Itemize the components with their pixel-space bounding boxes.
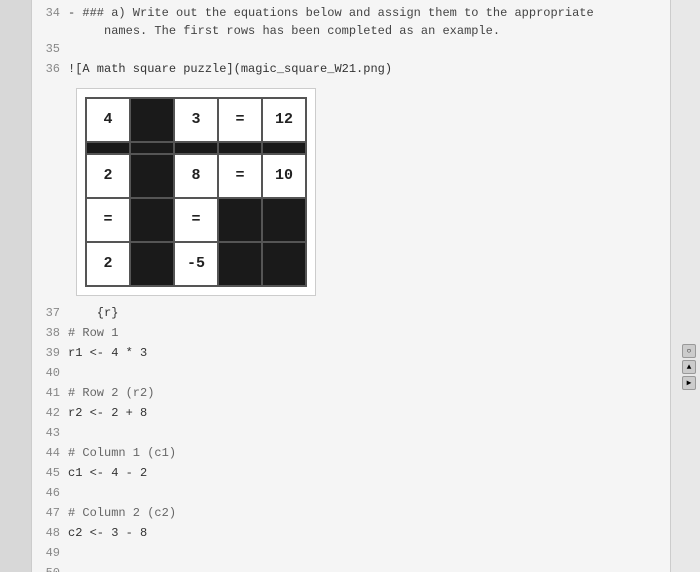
line-content-40 bbox=[68, 364, 662, 382]
line-content-36: ![A math square puzzle](magic_square_W21… bbox=[68, 60, 662, 78]
puzzle-cell-2: 3 bbox=[174, 98, 218, 142]
line-42: 42 r2 <- 2 + 8 bbox=[40, 404, 662, 424]
puzzle-cell-6 bbox=[130, 142, 174, 154]
line-content-45: c1 <- 4 - 2 bbox=[68, 464, 662, 482]
puzzle-cell-9 bbox=[262, 142, 306, 154]
line-num-44: 44 bbox=[40, 444, 68, 462]
line-content-46 bbox=[68, 484, 662, 502]
line-content-49 bbox=[68, 544, 662, 562]
line-46: 46 bbox=[40, 484, 662, 504]
code-block: 34 - ### a) Write out the equations belo… bbox=[32, 0, 670, 572]
line-num-50: 50 bbox=[40, 564, 68, 572]
line-num-36: 36 bbox=[40, 60, 68, 78]
puzzle-cell-22: -5 bbox=[174, 242, 218, 286]
line-content-48: c2 <- 3 - 8 bbox=[68, 524, 662, 542]
line-num-45: 45 bbox=[40, 464, 68, 482]
line-50: 50 ... bbox=[40, 564, 662, 572]
circle-icon[interactable]: ○ bbox=[682, 344, 696, 358]
line-34: 34 - ### a) Write out the equations belo… bbox=[40, 4, 662, 40]
puzzle-cell-4: 12 bbox=[262, 98, 306, 142]
line-content-37: {r} bbox=[68, 304, 662, 322]
line-num-49: 49 bbox=[40, 544, 68, 562]
puzzle-cell-14: 10 bbox=[262, 154, 306, 198]
line-content-43 bbox=[68, 424, 662, 442]
puzzle-cell-20: 2 bbox=[86, 242, 130, 286]
line-content-42: r2 <- 2 + 8 bbox=[68, 404, 662, 422]
line-content-38: # Row 1 bbox=[68, 324, 662, 342]
line-49: 49 bbox=[40, 544, 662, 564]
puzzle-container: 43=1228=10==2-5 bbox=[76, 88, 316, 296]
line-num-38: 38 bbox=[40, 324, 68, 342]
content-area: 34 - ### a) Write out the equations belo… bbox=[32, 0, 670, 572]
line-45: 45 c1 <- 4 - 2 bbox=[40, 464, 662, 484]
puzzle-cell-15: = bbox=[86, 198, 130, 242]
puzzle-cell-13: = bbox=[218, 154, 262, 198]
puzzle-cell-23 bbox=[218, 242, 262, 286]
line-num-41: 41 bbox=[40, 384, 68, 402]
line-num-39: 39 bbox=[40, 344, 68, 362]
line-num-48: 48 bbox=[40, 524, 68, 542]
puzzle-grid: 43=1228=10==2-5 bbox=[85, 97, 307, 287]
line-content-47: # Column 2 (c2) bbox=[68, 504, 662, 522]
line-39: 39 r1 <- 4 * 3 bbox=[40, 344, 662, 364]
puzzle-cell-21 bbox=[130, 242, 174, 286]
line-content-39: r1 <- 4 * 3 bbox=[68, 344, 662, 362]
puzzle-cell-8 bbox=[218, 142, 262, 154]
line-48: 48 c2 <- 3 - 8 bbox=[40, 524, 662, 544]
left-gutter bbox=[0, 0, 32, 572]
line-40: 40 bbox=[40, 364, 662, 384]
line-36: 36 ![A math square puzzle](magic_square_… bbox=[40, 60, 662, 80]
puzzle-cell-17: = bbox=[174, 198, 218, 242]
puzzle-cell-16 bbox=[130, 198, 174, 242]
puzzle-cell-3: = bbox=[218, 98, 262, 142]
puzzle-cell-11 bbox=[130, 154, 174, 198]
line-num-37: 37 bbox=[40, 304, 68, 322]
scroll-up-button[interactable]: ▲ bbox=[682, 360, 696, 374]
puzzle-cell-19 bbox=[262, 198, 306, 242]
line-content-35 bbox=[68, 40, 662, 58]
line-num-35: 35 bbox=[40, 40, 68, 58]
line-content-41: # Row 2 (r2) bbox=[68, 384, 662, 402]
line-44: 44 # Column 1 (c1) bbox=[40, 444, 662, 464]
line-43: 43 bbox=[40, 424, 662, 444]
line-35: 35 bbox=[40, 40, 662, 60]
puzzle-cell-24 bbox=[262, 242, 306, 286]
line-num-46: 46 bbox=[40, 484, 68, 502]
puzzle-cell-0: 4 bbox=[86, 98, 130, 142]
line-41: 41 # Row 2 (r2) bbox=[40, 384, 662, 404]
puzzle-cell-5 bbox=[86, 142, 130, 154]
scroll-controls: ○ ▲ ▶ bbox=[682, 344, 696, 390]
puzzle-cell-10: 2 bbox=[86, 154, 130, 198]
line-num-42: 42 bbox=[40, 404, 68, 422]
line-num-40: 40 bbox=[40, 364, 68, 382]
line-num-47: 47 bbox=[40, 504, 68, 522]
puzzle-cell-1 bbox=[130, 98, 174, 142]
line-content-44: # Column 1 (c1) bbox=[68, 444, 662, 462]
right-panel: ○ ▲ ▶ bbox=[670, 0, 700, 572]
puzzle-cell-12: 8 bbox=[174, 154, 218, 198]
line-38: 38 # Row 1 bbox=[40, 324, 662, 344]
puzzle-cell-7 bbox=[174, 142, 218, 154]
line-num-43: 43 bbox=[40, 424, 68, 442]
main-container: 34 - ### a) Write out the equations belo… bbox=[0, 0, 700, 572]
line-content-50: ... bbox=[68, 564, 662, 572]
scroll-right-button[interactable]: ▶ bbox=[682, 376, 696, 390]
line-content-34: - ### a) Write out the equations below a… bbox=[68, 4, 662, 40]
line-47: 47 # Column 2 (c2) bbox=[40, 504, 662, 524]
line-num-34: 34 bbox=[40, 4, 68, 22]
puzzle-cell-18 bbox=[218, 198, 262, 242]
line-37: 37 {r} bbox=[40, 304, 662, 324]
